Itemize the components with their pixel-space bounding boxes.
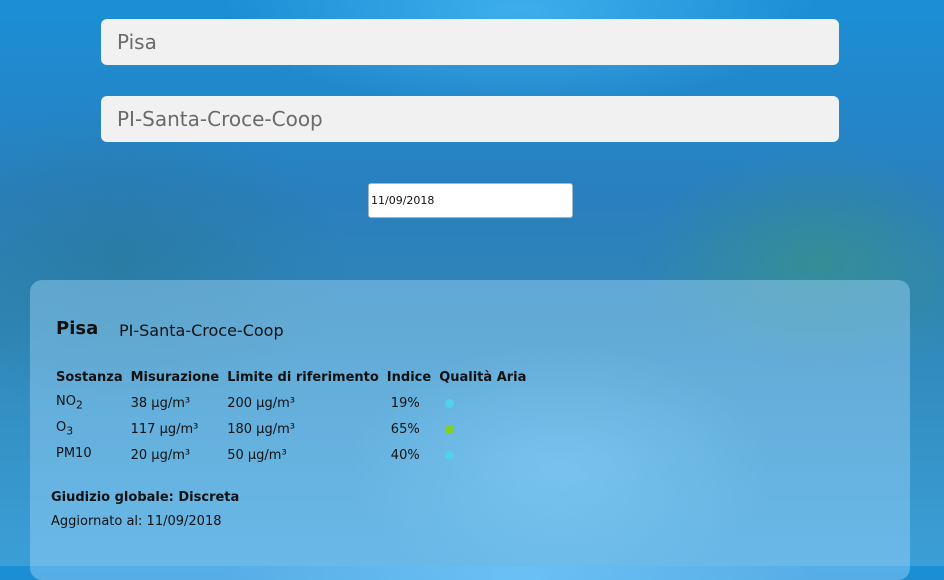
index-cell: 19% bbox=[390, 395, 420, 411]
measurement-cell: 117 µg/m³ bbox=[130, 421, 199, 437]
city-select[interactable]: Pisa bbox=[101, 19, 839, 65]
col-measurement-header: Misurazione bbox=[130, 369, 220, 385]
pollutants-table: Sostanza Misurazione Limite di riferimen… bbox=[52, 364, 530, 468]
quality-indicator-dot bbox=[445, 450, 455, 460]
quality-indicator-dot bbox=[445, 398, 455, 408]
substance-cell: NO2 bbox=[56, 394, 83, 412]
substance-cell: O3 bbox=[56, 420, 74, 438]
updated-date: Aggiornato al: 11/09/2018 bbox=[51, 514, 222, 529]
date-input[interactable]: 11/09/2018 bbox=[368, 183, 573, 218]
air-quality-card: Pisa PI-Santa-Croce-Coop Sostanza Misura… bbox=[30, 280, 910, 580]
table-row: O3 117 µg/m³ 180 µg/m³ 65% bbox=[52, 416, 530, 442]
limit-cell: 200 µg/m³ bbox=[227, 395, 295, 411]
limit-cell: 180 µg/m³ bbox=[227, 421, 295, 437]
limit-cell: 50 µg/m³ bbox=[227, 447, 287, 463]
overall-judgement: Giudizio globale: Discreta bbox=[51, 490, 240, 505]
quality-cell bbox=[435, 390, 530, 416]
table-header-row: Sostanza Misurazione Limite di riferimen… bbox=[52, 364, 530, 390]
col-quality-header: Qualità Aria bbox=[439, 369, 527, 385]
result-city-title: Pisa bbox=[56, 318, 99, 339]
table-row: NO2 38 µg/m³ 200 µg/m³ 19% bbox=[52, 390, 530, 416]
quality-cell bbox=[435, 416, 530, 442]
substance-cell: PM10 bbox=[56, 446, 92, 462]
measurement-cell: 38 µg/m³ bbox=[130, 395, 191, 411]
measurement-cell: 20 µg/m³ bbox=[130, 447, 191, 463]
quality-indicator-dot bbox=[445, 424, 455, 434]
index-cell: 65% bbox=[390, 421, 420, 437]
result-station-title: PI-Santa-Croce-Coop bbox=[119, 321, 284, 340]
quality-cell bbox=[435, 442, 530, 468]
table-row: PM10 20 µg/m³ 50 µg/m³ 40% bbox=[52, 442, 530, 468]
col-limit-header: Limite di riferimento bbox=[227, 369, 379, 385]
col-substance-header: Sostanza bbox=[56, 369, 123, 385]
col-index-header: Indice bbox=[386, 369, 432, 385]
index-cell: 40% bbox=[390, 447, 420, 463]
station-select[interactable]: PI-Santa-Croce-Coop bbox=[101, 96, 839, 142]
